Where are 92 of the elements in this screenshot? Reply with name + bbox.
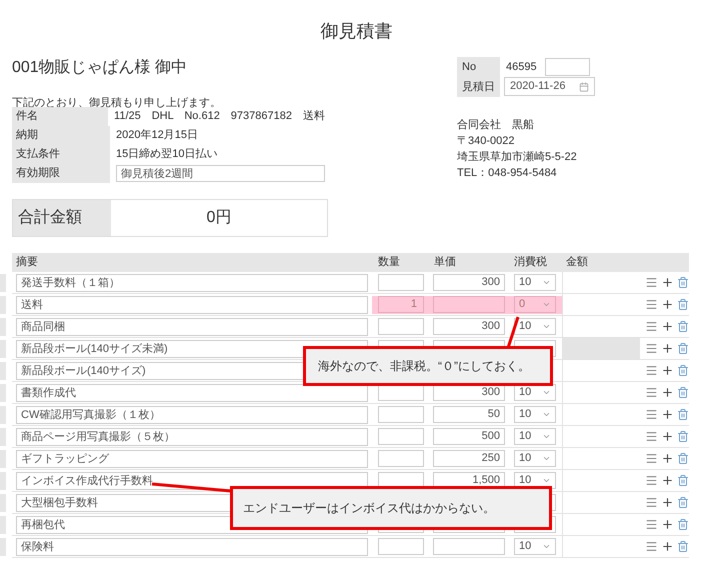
column-header: 金額 [565,254,589,270]
unit-price-field[interactable]: 50 [433,406,505,423]
item-field[interactable]: 商品同梱 [16,318,368,336]
tax-select[interactable]: 10 [514,428,556,445]
item-field[interactable]: 書類作成代 [16,384,368,402]
add-icon[interactable] [661,298,674,311]
add-icon[interactable] [661,408,674,421]
quantity-field[interactable] [378,538,424,555]
unit-price-field[interactable]: 300 [433,274,505,291]
quantity-field[interactable] [378,274,424,291]
dropdown-caret-icon [542,278,551,287]
info-value: 15日締め翌10日払い [116,146,218,162]
info-label: 納期 [12,126,110,145]
row-handle[interactable] [0,428,6,446]
add-icon[interactable] [661,496,674,509]
row-handle[interactable] [0,406,6,424]
row-handle[interactable] [0,494,6,512]
tax-select[interactable]: 10 [514,318,556,335]
dropdown-caret-icon [542,410,551,419]
unit-price-field[interactable]: 500 [433,428,505,445]
dropdown-caret-icon [542,476,551,485]
add-icon[interactable] [661,452,674,465]
item-field[interactable]: 保険料 [16,538,368,556]
annotation-tooltip: エンドユーザーはインボイス代はかからない。 [230,486,552,530]
company-info-line: 〒340-0022 [457,134,516,149]
column-header: 単価 [433,255,457,270]
total-value: 0円 [206,208,232,228]
item-field[interactable]: CW確認用写真撮影（１枚） [16,406,368,424]
no-label: No [461,60,478,75]
no-value: 46595 [505,60,538,75]
item-field[interactable]: 発送手数料（１箱） [16,274,368,292]
column-header: 消費税 [513,255,548,270]
add-icon[interactable] [661,320,674,333]
tax-select[interactable]: 10 [514,406,556,423]
no-field[interactable] [545,58,590,76]
add-icon[interactable] [661,474,674,487]
date-field[interactable]: 2020-11-26 [504,77,595,96]
info-label: 有効期限 [12,164,110,183]
add-icon[interactable] [661,386,674,399]
calendar-icon [579,82,589,92]
unit-price-field[interactable]: 300 [433,318,505,335]
row-handle[interactable] [0,318,6,336]
quantity-field[interactable] [378,428,424,445]
validity-field[interactable]: 御見積後2週間 [116,165,325,182]
quantity-field[interactable] [378,406,424,423]
row-handle[interactable] [0,362,6,380]
tax-select[interactable]: 10 [514,450,556,467]
item-field[interactable]: 商品ページ用写真撮影（５枚） [16,428,368,446]
row-handle[interactable] [0,296,6,314]
info-label: 支払条件 [12,145,110,164]
unit-price-field[interactable]: 250 [433,450,505,467]
tax-select[interactable]: 10 [514,538,556,555]
company-info-line: TEL：048-954-5484 [457,166,558,181]
unit-price-field[interactable] [433,296,505,313]
dropdown-caret-icon [542,542,551,551]
info-value: 11/25 DHL No.612 9737867182 送料 [114,109,325,124]
add-icon[interactable] [661,540,674,553]
leader-line [505,316,521,349]
row-handle[interactable] [0,538,6,556]
company-info-line: 合同会社 黒船 [457,118,535,133]
quantity-field[interactable] [378,318,424,335]
row-handle[interactable] [0,340,6,358]
column-header: 摘要 [15,254,39,270]
add-icon[interactable] [661,364,674,377]
quantity-field[interactable] [378,450,424,467]
dropdown-caret-icon [542,388,551,397]
dropdown-caret-icon [542,300,551,309]
document-title: 御見積書 [320,20,392,43]
dropdown-caret-icon [542,432,551,441]
column-header: 数量 [377,255,401,270]
unit-price-field[interactable] [433,538,505,555]
item-field[interactable]: 送料 [16,296,368,314]
info-value: 2020年12月15日 [116,128,198,143]
row-handle[interactable] [0,472,6,490]
row-handle[interactable] [0,384,6,402]
info-label: 件名 [12,107,108,126]
dropdown-caret-icon [542,322,551,331]
company-info-line: 埼玉県草加市瀬崎5-5-22 [457,150,578,165]
customer-name: 001物販じゃぱん様 御中 [12,59,188,76]
row-handle[interactable] [0,516,6,534]
add-icon[interactable] [661,276,674,289]
add-icon[interactable] [661,342,674,355]
add-icon[interactable] [661,518,674,531]
tax-select[interactable]: 10 [514,274,556,291]
total-label: 合計金額 [13,200,111,236]
dropdown-caret-icon [542,454,551,463]
date-label: 見積日 [461,80,496,95]
row-handle[interactable] [0,450,6,468]
item-field[interactable]: ギフトラッピング [16,450,368,468]
annotation-tooltip: 海外なので、非課税。“０”にしておく。 [303,346,553,386]
row-handle[interactable] [0,274,6,292]
add-icon[interactable] [661,430,674,443]
